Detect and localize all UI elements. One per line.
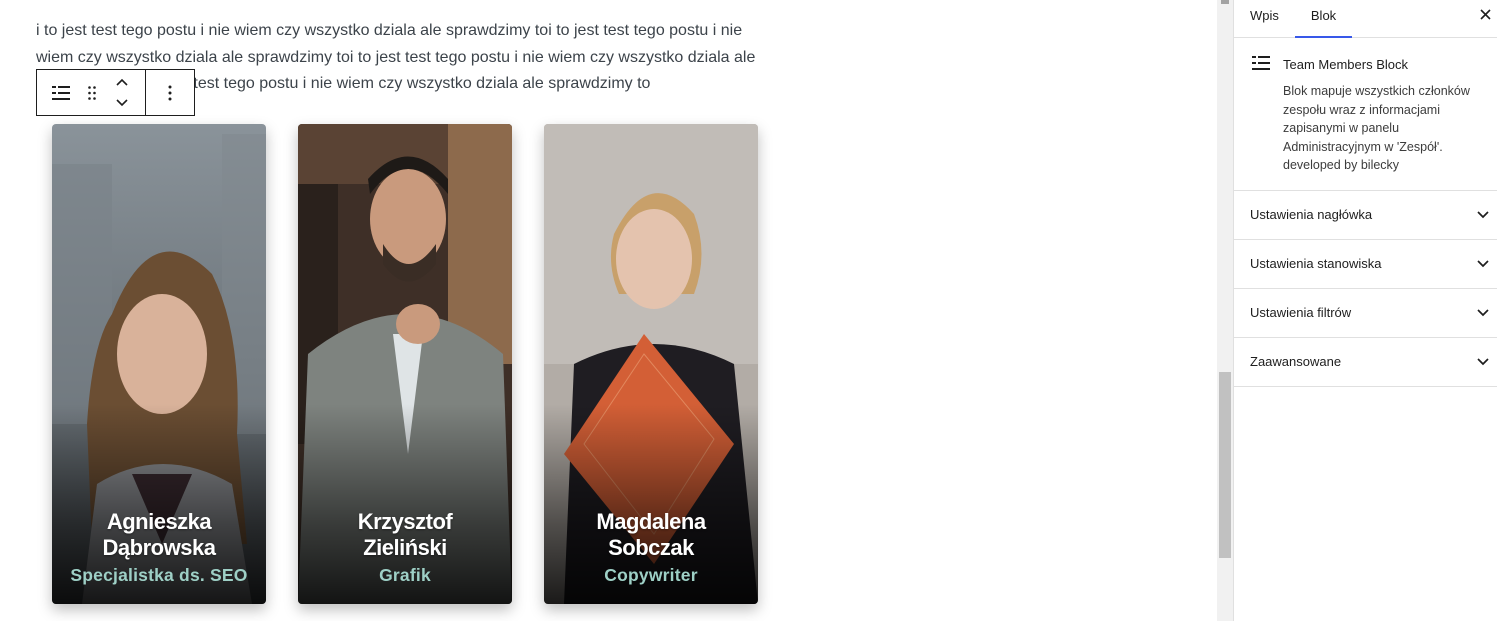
editor-scrollbar[interactable]	[1217, 0, 1233, 621]
panel-ustawienia-filtrow[interactable]: Ustawienia filtrów	[1234, 289, 1497, 338]
more-vertical-icon[interactable]	[146, 70, 194, 115]
block-title: Team Members Block	[1283, 57, 1408, 72]
panel-label: Ustawienia filtrów	[1250, 305, 1352, 320]
chevron-down-icon	[1475, 305, 1491, 321]
editor-canvas: i to jest test tego postu i nie wiem czy…	[0, 0, 1217, 621]
member-name: Krzysztof Zieliński	[357, 509, 453, 560]
settings-sidebar: Wpis Blok Team Members Block Blok mapuje…	[1233, 0, 1497, 621]
member-info: Krzysztof Zieliński Grafik	[298, 509, 512, 586]
member-info: Magdalena Sobczak Copywriter	[544, 509, 758, 586]
tab-blok[interactable]: Blok	[1294, 0, 1353, 38]
chevron-up-icon[interactable]	[116, 73, 128, 91]
team-members-grid: Agnieszka Dąbrowska Specjalistka ds. SEO…	[52, 124, 758, 604]
panel-ustawienia-naglowka[interactable]: Ustawienia nagłówka	[1234, 191, 1497, 240]
team-member-card[interactable]: Agnieszka Dąbrowska Specjalistka ds. SEO	[52, 124, 266, 604]
chevron-down-icon	[1475, 207, 1491, 223]
sidebar-tabs: Wpis Blok	[1234, 0, 1497, 38]
block-card-content: Team Members Block Blok mapuje wszystkic…	[1283, 54, 1483, 175]
scroll-thumb[interactable]	[1219, 372, 1231, 558]
member-info: Agnieszka Dąbrowska Specjalistka ds. SEO	[52, 509, 266, 586]
member-role: Grafik	[379, 565, 431, 585]
chevron-down-icon	[1475, 256, 1491, 272]
drag-handle-icon[interactable]	[85, 70, 99, 115]
panel-zaawansowane[interactable]: Zaawansowane	[1234, 338, 1497, 387]
panel-ustawienia-stanowiska[interactable]: Ustawienia stanowiska	[1234, 240, 1497, 289]
scroll-up-arrow-icon[interactable]	[1221, 0, 1229, 4]
member-role: Specjalistka ds. SEO	[70, 565, 248, 585]
block-mover	[99, 70, 145, 115]
team-members-block-icon[interactable]	[37, 70, 85, 115]
team-member-card[interactable]: Magdalena Sobczak Copywriter	[544, 124, 758, 604]
close-icon[interactable]	[1476, 4, 1494, 24]
chevron-down-icon	[1475, 354, 1491, 370]
member-name: Agnieszka Dąbrowska	[102, 509, 216, 560]
toolbar-group-main	[37, 70, 146, 115]
panel-label: Ustawienia nagłówka	[1250, 207, 1373, 222]
tab-wpis[interactable]: Wpis	[1234, 0, 1295, 37]
member-role: Copywriter	[604, 565, 698, 585]
block-toolbar	[36, 69, 195, 116]
chevron-down-icon[interactable]	[116, 94, 128, 112]
team-member-card[interactable]: Krzysztof Zieliński Grafik	[298, 124, 512, 604]
block-description: Blok mapuje wszystkich członków zespołu …	[1283, 84, 1470, 172]
team-members-block-icon	[1252, 54, 1270, 175]
panel-label: Ustawienia stanowiska	[1250, 256, 1382, 271]
panel-label: Zaawansowane	[1250, 354, 1342, 369]
member-name: Magdalena Sobczak	[596, 509, 706, 560]
block-card: Team Members Block Blok mapuje wszystkic…	[1234, 38, 1497, 191]
